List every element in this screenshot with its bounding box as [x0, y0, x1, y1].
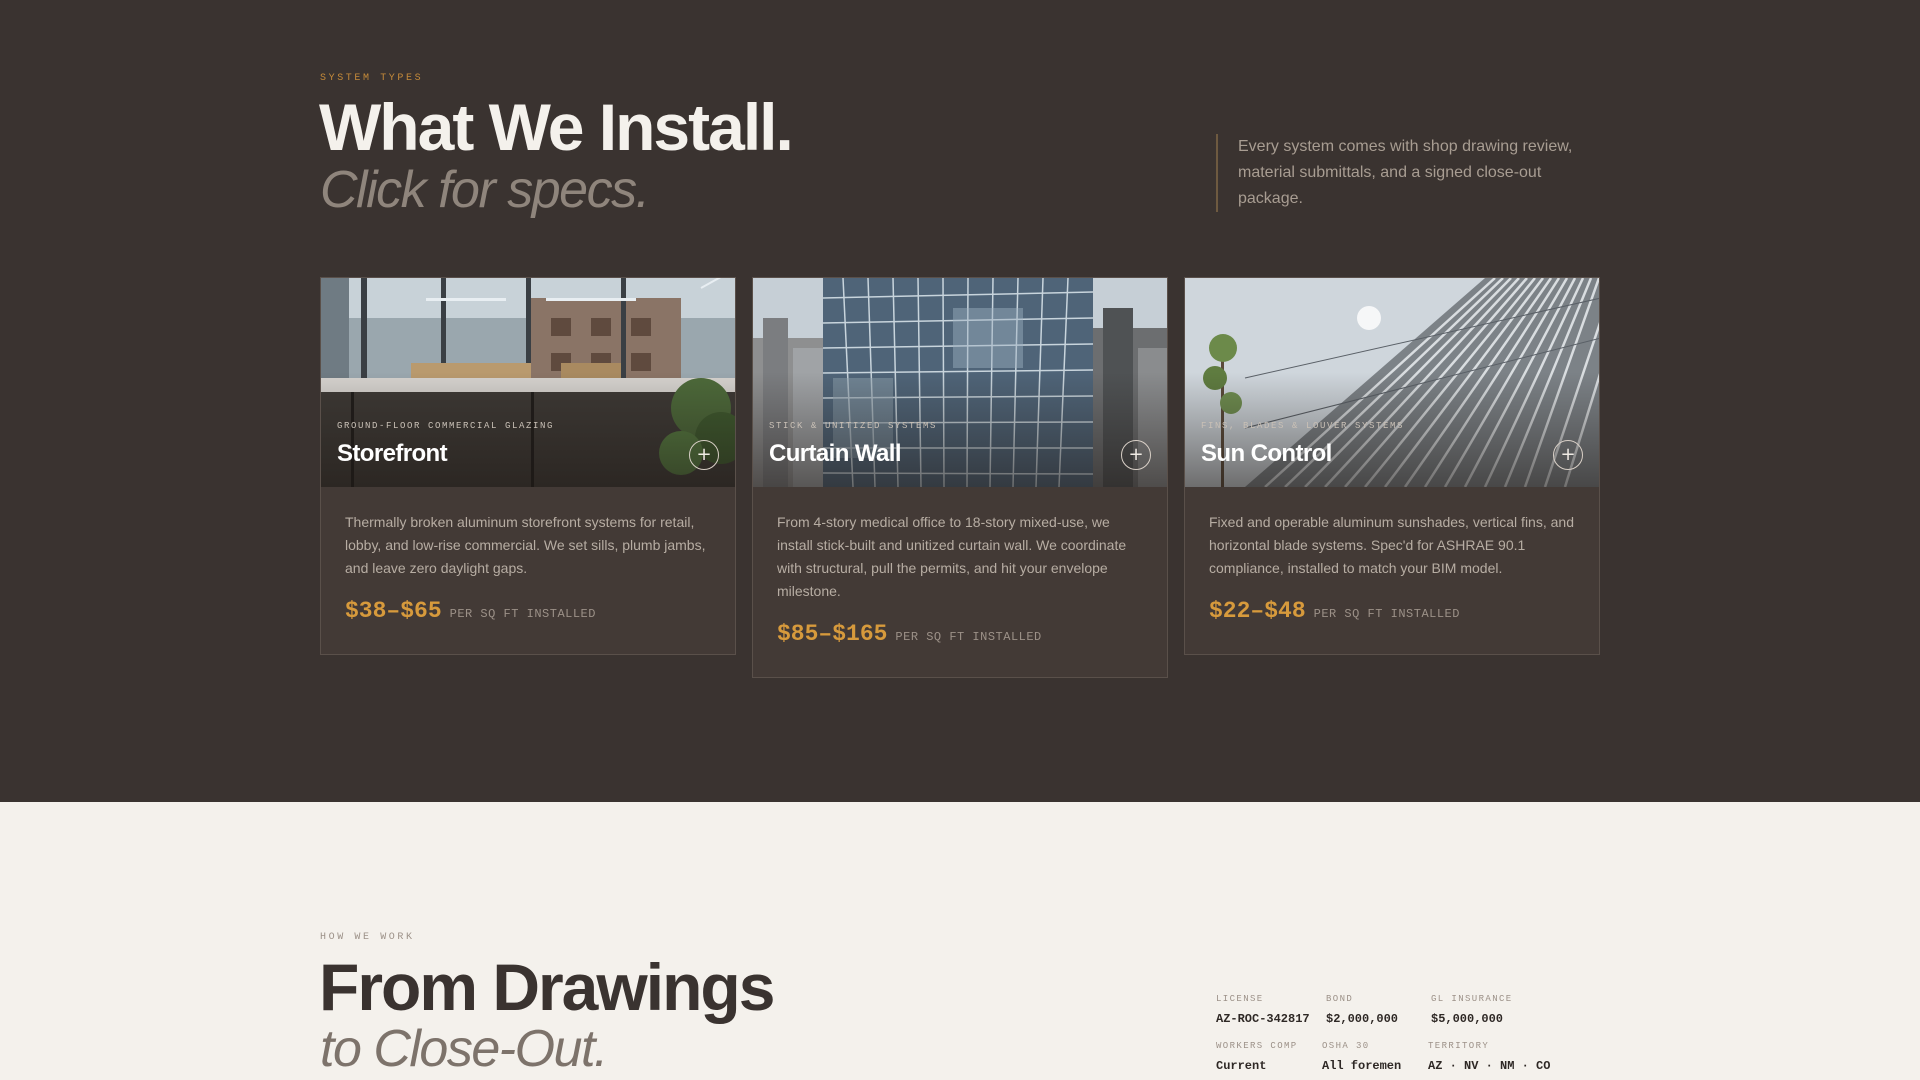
desc-line: Thermally broken aluminum storefront sys…: [345, 514, 695, 530]
price-row: $85–$165 PER SQ FT INSTALLED: [777, 621, 1143, 647]
card-description: From 4-story medical office to 18-story …: [777, 511, 1143, 603]
credential-label: TERRITORY: [1428, 1041, 1490, 1051]
credential-gl-insurance: GL INSURANCE $5,000,000: [1431, 994, 1513, 1026]
note-line: Every system comes with shop drawing rev…: [1238, 138, 1573, 155]
price-unit: PER SQ FT INSTALLED: [895, 630, 1042, 644]
price-range: $85–$165: [777, 621, 888, 647]
storefront-photo: GROUND-FLOOR COMMERCIAL GLAZING Storefro…: [321, 278, 735, 487]
price-row: $22–$48 PER SQ FT INSTALLED: [1209, 598, 1575, 624]
credential-value: $2,000,000: [1326, 1012, 1399, 1026]
credential-label: OSHA 30: [1322, 1041, 1370, 1051]
card-description: Thermally broken aluminum storefront sys…: [345, 511, 711, 580]
card-tag: STICK & UNITIZED SYSTEMS: [769, 421, 938, 431]
credential-value: Current: [1216, 1059, 1267, 1073]
credential-territory: TERRITORY AZ · NV · NM · CO: [1428, 1041, 1550, 1073]
desc-line: and leave zero daylight gaps.: [345, 560, 528, 576]
expand-plus-icon[interactable]: +: [689, 440, 719, 470]
card-title: Curtain Wall: [769, 440, 902, 467]
curtain-wall-photo: STICK & UNITIZED SYSTEMS Curtain Wall +: [753, 278, 1167, 487]
desc-line: horizontal blade systems. Spec'd for ASH…: [1209, 537, 1526, 553]
desc-line: with structural, pull the permits, and h…: [777, 560, 1108, 576]
credential-label: BOND: [1326, 994, 1354, 1004]
price-row: $38–$65 PER SQ FT INSTALLED: [345, 598, 711, 624]
note-line: package.: [1238, 190, 1303, 207]
credential-label: LICENSE: [1216, 994, 1264, 1004]
systems-title: What We Install.: [319, 90, 794, 164]
sun-control-photo: FINS, BLADES & LOUVER SYSTEMS Sun Contro…: [1185, 278, 1599, 487]
credential-label: WORKERS COMP: [1216, 1041, 1298, 1051]
process-subtitle: to Close-Out.: [320, 1020, 608, 1078]
credential-bond: BOND $2,000,000: [1326, 994, 1398, 1026]
price-range: $22–$48: [1209, 598, 1306, 624]
desc-line: From 4-story medical office to 18-story …: [777, 514, 1110, 530]
card-tag: GROUND-FLOOR COMMERCIAL GLAZING: [337, 421, 555, 431]
desc-line: milestone.: [777, 583, 841, 599]
price-range: $38–$65: [345, 598, 442, 624]
desc-line: Fixed and operable aluminum sunshades, v…: [1209, 514, 1574, 530]
expand-plus-icon[interactable]: +: [1121, 440, 1151, 470]
credential-osha-30: OSHA 30 All foremen: [1322, 1041, 1401, 1073]
process-eyebrow: HOW WE WORK: [320, 932, 415, 943]
credential-value: $5,000,000: [1431, 1012, 1504, 1026]
systems-eyebrow: SYSTEM TYPES: [320, 73, 424, 84]
systems-subtitle: Click for specs.: [320, 161, 650, 219]
system-card-curtain-wall[interactable]: STICK & UNITIZED SYSTEMS Curtain Wall + …: [752, 277, 1168, 678]
card-description: Fixed and operable aluminum sunshades, v…: [1209, 511, 1575, 580]
price-unit: PER SQ FT INSTALLED: [1313, 607, 1460, 621]
system-card-sun-control[interactable]: FINS, BLADES & LOUVER SYSTEMS Sun Contro…: [1184, 277, 1600, 655]
credential-value: All foremen: [1322, 1059, 1402, 1073]
note-line: material submittals, and a signed close-…: [1238, 164, 1542, 181]
desc-line: compliance, installed to match your BIM …: [1209, 560, 1503, 576]
process-section: [0, 802, 1920, 1080]
credential-license: LICENSE AZ-ROC-342817: [1216, 994, 1310, 1026]
credential-value: AZ-ROC-342817: [1216, 1012, 1310, 1026]
credential-label: GL INSURANCE: [1431, 994, 1513, 1004]
credential-workers-comp: WORKERS COMP Current: [1216, 1041, 1298, 1073]
expand-plus-icon[interactable]: +: [1553, 440, 1583, 470]
card-tag: FINS, BLADES & LOUVER SYSTEMS: [1201, 421, 1405, 431]
card-title: Sun Control: [1201, 440, 1332, 467]
system-card-storefront[interactable]: GROUND-FLOOR COMMERCIAL GLAZING Storefro…: [320, 277, 736, 655]
desc-line: install stick-built and unitized curtain…: [777, 537, 1127, 553]
desc-line: lobby, and low-rise commercial. We set s…: [345, 537, 706, 553]
credential-value: AZ · NV · NM · CO: [1428, 1059, 1551, 1073]
process-title: From Drawings: [319, 950, 775, 1024]
price-unit: PER SQ FT INSTALLED: [449, 607, 596, 621]
systems-note: Every system comes with shop drawing rev…: [1216, 134, 1596, 212]
card-title: Storefront: [337, 440, 448, 467]
